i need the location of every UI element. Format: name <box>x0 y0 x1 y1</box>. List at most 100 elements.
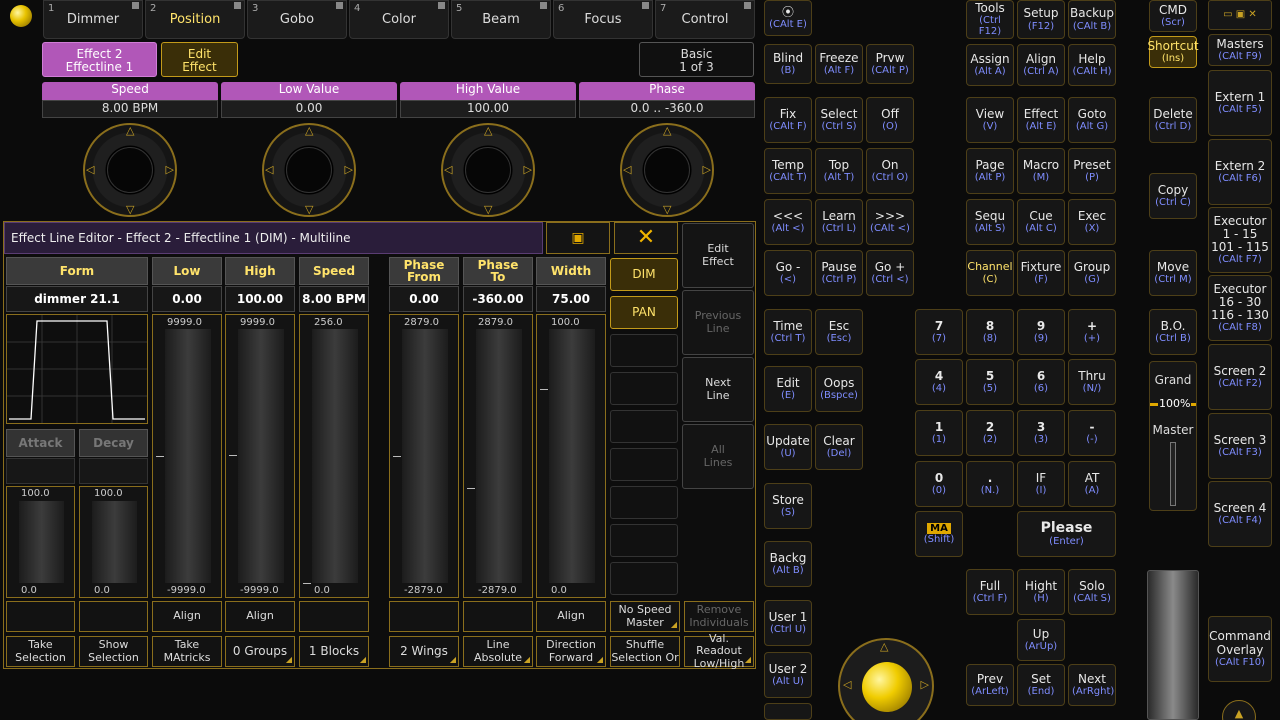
key-9[interactable]: 9 (9) <box>1017 309 1065 355</box>
solo-key[interactable]: Solo (CAlt S) <box>1068 569 1116 615</box>
master-fader[interactable] <box>1147 570 1199 720</box>
key-7[interactable]: 7 (7) <box>915 309 963 355</box>
empty-slot[interactable] <box>463 601 533 632</box>
attribute-slot[interactable] <box>610 562 678 595</box>
update-key[interactable]: Update (U) <box>764 424 812 470</box>
attribute-slot[interactable] <box>610 334 678 367</box>
at-key[interactable]: AT (A) <box>1068 461 1116 507</box>
align-high-button[interactable]: Align <box>225 601 295 632</box>
page-key[interactable]: Page (Alt P) <box>966 148 1014 194</box>
attribute-pan[interactable]: PAN <box>610 296 678 329</box>
shuffle-selection-button[interactable]: Shuffle Selection Or <box>610 636 680 667</box>
shift-key[interactable]: MA (Shift) <box>915 511 963 557</box>
if-key[interactable]: IF (I) <box>1017 461 1065 507</box>
decay-fader[interactable]: 100.0 0.0 <box>79 486 148 598</box>
blocks-button[interactable]: 1 Blocks ◢ <box>299 636 369 667</box>
blackout-key[interactable]: B.O. (Ctrl B) <box>1149 309 1197 355</box>
val-readout-button[interactable]: Val. Readout Low/High ◢ <box>684 633 754 669</box>
attribute-slot[interactable] <box>610 486 678 519</box>
form-value[interactable]: dimmer 21.1 <box>6 286 148 312</box>
key-6[interactable]: 6 (6) <box>1017 359 1065 405</box>
effect-key[interactable]: Effect (Alt E) <box>1017 97 1065 143</box>
prev-key[interactable]: Prev (ArLeft) <box>966 664 1014 706</box>
pause-key[interactable]: Pause (Ctrl P) <box>815 250 863 296</box>
help-key[interactable]: Help (CAlt H) <box>1068 44 1116 86</box>
key-8[interactable]: 8 (8) <box>966 309 1014 355</box>
close-icon[interactable]: ✕ <box>614 222 678 254</box>
key-1[interactable]: 1 (1) <box>915 410 963 456</box>
attribute-slot[interactable] <box>610 524 678 557</box>
status-ball-icon[interactable] <box>10 5 32 27</box>
hight-key[interactable]: Hight (H) <box>1017 569 1065 615</box>
go-minus-key[interactable]: Go - (<) <box>764 250 812 296</box>
thru-key[interactable]: Thru (N/) <box>1068 359 1116 405</box>
phase-to-fader[interactable]: 2879.0 -2879.0 <box>463 314 533 598</box>
empty-slot[interactable] <box>6 601 75 632</box>
high-fader[interactable]: 9999.0 -9999.0 <box>225 314 295 598</box>
line-absolute-button[interactable]: Line Absolute ◢ <box>463 636 533 667</box>
goto-key[interactable]: Goto (Alt G) <box>1068 97 1116 143</box>
please-key[interactable]: Please (Enter) <box>1017 511 1116 557</box>
oops-key[interactable]: Oops (Bspce) <box>815 366 863 412</box>
key-dot[interactable]: . (N.) <box>966 461 1014 507</box>
low-value-encoder-knob[interactable]: △ ▽ ◁ ▷ <box>262 123 356 217</box>
attribute-slot[interactable] <box>610 448 678 481</box>
phase-from-value[interactable]: 0.00 <box>389 286 459 312</box>
effect-line-button[interactable]: Effect 2 Effectline 1 <box>42 42 157 77</box>
extern1-key[interactable]: Extern 1 (CAlt F5) <box>1208 70 1272 136</box>
empty-slot[interactable] <box>389 601 459 632</box>
empty-key[interactable] <box>764 703 812 720</box>
extern2-key[interactable]: Extern 2 (CAlt F6) <box>1208 139 1272 205</box>
direction-forward-button[interactable]: Direction Forward ◢ <box>536 636 606 667</box>
phase-encoder-knob[interactable]: △ ▽ ◁ ▷ <box>620 123 714 217</box>
clear-key[interactable]: Clear (Del) <box>815 424 863 470</box>
high-value-encoder-knob[interactable]: △ ▽ ◁ ▷ <box>441 123 535 217</box>
full-key[interactable]: Full (Ctrl F) <box>966 569 1014 615</box>
key-5[interactable]: 5 (5) <box>966 359 1014 405</box>
preset-key[interactable]: Preset (P) <box>1068 148 1116 194</box>
attribute-slot[interactable] <box>610 372 678 405</box>
backg-key[interactable]: Backg (Alt B) <box>764 541 812 587</box>
prvw-key[interactable]: Prvw (CAlt P) <box>866 44 914 84</box>
edit-effect-side-button[interactable]: Edit Effect <box>682 223 754 288</box>
previous-page-key[interactable]: <<< (Alt <) <box>764 199 812 245</box>
esc-key[interactable]: Esc (Esc) <box>815 309 863 355</box>
next-page-key[interactable]: >>> (CAlt <) <box>866 199 914 245</box>
set-key[interactable]: Set (End) <box>1017 664 1065 706</box>
channel-key[interactable]: Channel (C) <box>966 250 1014 296</box>
groups-button[interactable]: 0 Groups ◢ <box>225 636 295 667</box>
group-key[interactable]: Group (G) <box>1068 250 1116 296</box>
encoder-value-speed[interactable]: 8.00 BPM <box>42 100 218 118</box>
take-matricks-button[interactable]: Take MAtricks <box>152 636 222 667</box>
low-fader[interactable]: 9999.0 -9999.0 <box>152 314 222 598</box>
freeze-key[interactable]: Freeze (Alt F) <box>815 44 863 84</box>
edit-effect-button[interactable]: Edit Effect <box>161 42 238 77</box>
executor1-key[interactable]: Executor 1 - 15 101 - 115 (CAlt F7) <box>1208 207 1272 273</box>
key-4[interactable]: 4 (4) <box>915 359 963 405</box>
assign-key[interactable]: Assign (Alt A) <box>966 44 1014 86</box>
learn-key[interactable]: Learn (Ctrl L) <box>815 199 863 245</box>
masters-key[interactable]: Masters (CAlt F9) <box>1208 34 1272 66</box>
top-key[interactable]: Top (Alt T) <box>815 148 863 194</box>
tab-position[interactable]: 2 Position <box>145 0 245 39</box>
calt-e-button[interactable]: ⦿ (CAlt E) <box>764 0 812 36</box>
wings-button[interactable]: 2 Wings ◢ <box>389 636 459 667</box>
key-0[interactable]: 0 (0) <box>915 461 963 507</box>
no-speed-master-button[interactable]: No Speed Master ◢ <box>610 601 680 632</box>
time-key[interactable]: Time (Ctrl T) <box>764 309 812 355</box>
copy-key[interactable]: Copy (Ctrl C) <box>1149 173 1197 219</box>
fix-key[interactable]: Fix (CAlt F) <box>764 97 812 143</box>
empty-slot[interactable] <box>79 601 148 632</box>
level-wheel[interactable]: △ ◁ ▷ <box>838 638 934 720</box>
phase-from-fader[interactable]: 2879.0 -2879.0 <box>389 314 459 598</box>
edit-key[interactable]: Edit (E) <box>764 366 812 412</box>
cue-key[interactable]: Cue (Alt C) <box>1017 199 1065 245</box>
editor-view-icon[interactable]: ▣ <box>546 222 610 254</box>
tools-key[interactable]: Tools (Ctrl F12) <box>966 0 1014 39</box>
off-key[interactable]: Off (O) <box>866 97 914 143</box>
grand-master-fader[interactable]: Grand 100% Master <box>1149 361 1197 511</box>
low-value[interactable]: 0.00 <box>152 286 222 312</box>
fixture-key[interactable]: Fixture (F) <box>1017 250 1065 296</box>
tab-gobo[interactable]: 3 Gobo <box>247 0 347 39</box>
encoder-value-high-value[interactable]: 100.00 <box>400 100 576 118</box>
